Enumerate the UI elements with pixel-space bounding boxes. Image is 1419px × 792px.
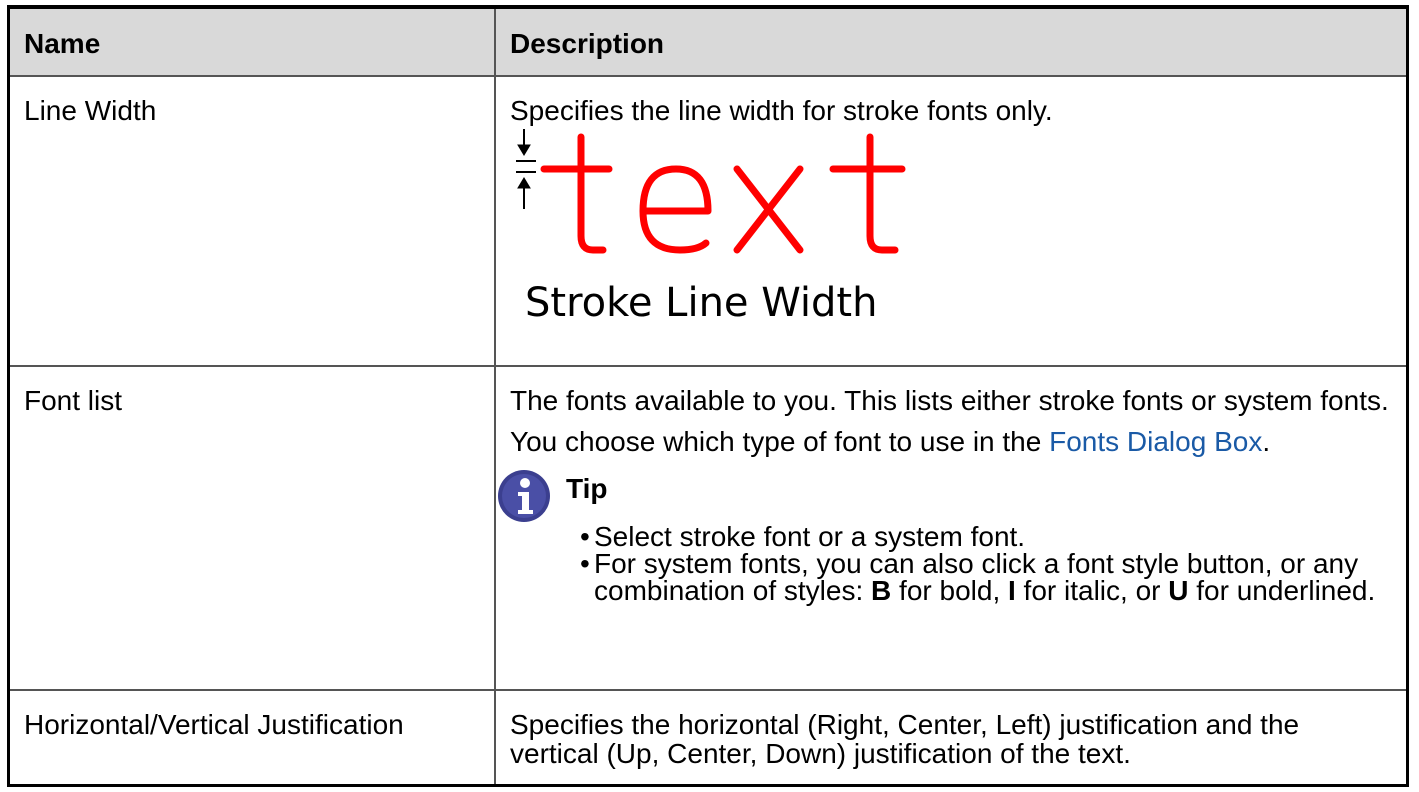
row-description-cell: Specifies the horizontal (Right, Center,… [495,690,1406,784]
list-item: Select stroke font or a system font. [580,523,1380,551]
tip-list: Select stroke font or a system font. For… [580,523,1380,606]
table-row: Line Width Specifies the line width for … [10,76,1406,367]
table-row: Font list The fonts available to you. Th… [10,366,1406,691]
header-name: Name [10,9,496,77]
row-description: The fonts available to you. This lists e… [510,385,1389,416]
row-description-cell: Specifies the line width for stroke font… [495,76,1406,367]
tip-text: for italic, or [1015,575,1169,606]
row-name: Horizontal/Vertical Justification [24,709,404,740]
row-description-cell: The fonts available to you. This lists e… [495,366,1406,691]
font-choice-suffix: . [1262,426,1271,457]
table-header-row: Name Description [10,9,1406,77]
tip-text: for underlined. [1188,575,1376,606]
tip-text: for bold, [891,575,1008,606]
row-description: Specifies the horizontal (Right, Center,… [510,709,1300,769]
properties-table: Name Description Line Width Specifies th… [7,5,1409,787]
header-description-label: Description [510,28,665,59]
bold-style-letter: B [871,575,892,606]
italic-style-letter: I [1008,575,1016,606]
row-name: Line Width [24,95,157,126]
row-name-cell: Horizontal/Vertical Justification [10,690,496,784]
row-name-cell: Font list [10,366,496,691]
stroke-line-width-figure: Stroke Line Width [510,129,910,329]
stroke-line-width-illustration: Stroke Line Width [516,129,906,326]
stroke-text-sample [540,133,906,254]
line-width-indicator-icon [516,129,536,209]
fonts-dialog-box-link[interactable]: Fonts Dialog Box [1049,426,1262,457]
tip-title: Tip [566,473,608,504]
tip-box: Tip Select stroke font or a system font.… [496,466,1392,626]
row-name: Font list [24,385,123,416]
table-row: Horizontal/Vertical Justification Specif… [10,690,1406,784]
info-icon [498,470,550,522]
properties-table-grid: Name Description Line Width Specifies th… [10,9,1406,784]
row-name-cell: Line Width [10,76,496,367]
list-item: For system fonts, you can also click a f… [580,550,1380,606]
figure-caption: Stroke Line Width [525,280,877,326]
header-name-label: Name [24,28,101,59]
row-description: Specifies the line width for stroke font… [510,95,1053,126]
header-description: Description [495,9,1406,77]
font-choice-text: You choose which type of font to use in … [510,427,1392,456]
underline-style-letter: U [1168,575,1189,606]
font-choice-prefix: You choose which type of font to use in … [510,426,1050,457]
